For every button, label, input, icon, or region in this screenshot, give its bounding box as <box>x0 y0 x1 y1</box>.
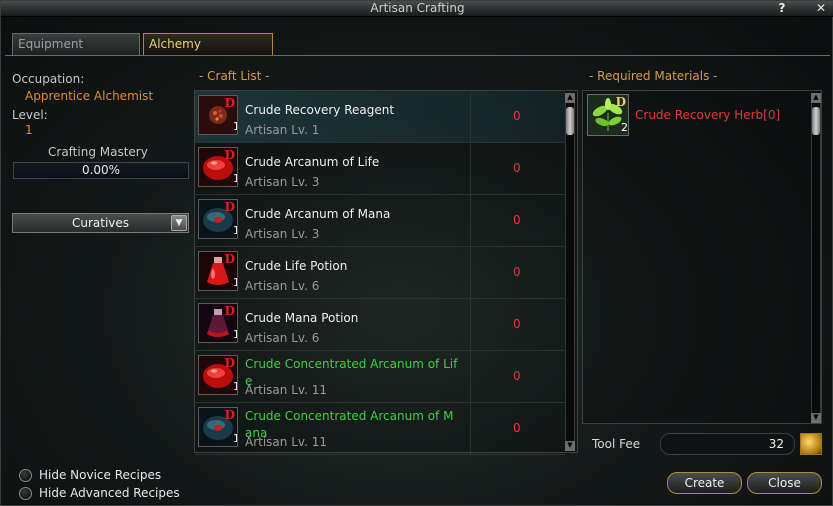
level-value: 1 <box>25 123 33 137</box>
hide-advanced-label: Hide Advanced Recipes <box>39 486 180 500</box>
blue-arcanum-icon[interactable]: D1 <box>198 407 238 447</box>
craft-list-row[interactable]: D1Crude Life PotionArtisan Lv. 60 <box>195 247 565 299</box>
tab-equipment[interactable]: Equipment <box>12 33 140 55</box>
column-divider <box>470 351 471 403</box>
grade-badge: D <box>224 96 235 110</box>
crafting-mastery-value: 0.00% <box>81 163 121 177</box>
scroll-up-icon[interactable]: ▲ <box>811 93 821 103</box>
close-button[interactable]: Close <box>747 472 822 494</box>
column-divider <box>470 195 471 247</box>
recipe-count: 0 <box>513 369 521 383</box>
craft-list-header: - Craft List - <box>199 69 270 83</box>
required-materials-list: D 2 Crude Recovery Herb[0] ▲ ▼ <box>582 90 822 424</box>
craft-list-row[interactable]: D1Crude Concentrated Arcanum of M anaArt… <box>195 403 565 455</box>
recipe-level: Artisan Lv. 6 <box>245 331 320 345</box>
category-dropdown[interactable]: Curatives ▼ <box>12 213 189 233</box>
recipe-level: Artisan Lv. 11 <box>245 383 327 397</box>
grade-badge: D <box>224 200 235 214</box>
radio-icon[interactable] <box>19 487 32 500</box>
recipe-count: 0 <box>513 109 521 123</box>
materials-scrollbar[interactable]: ▲ ▼ <box>811 93 821 423</box>
recipe-name: Crude Arcanum of Life <box>245 155 380 169</box>
crafting-mastery-label: Crafting Mastery <box>48 145 148 159</box>
recipe-count: 0 <box>513 213 521 227</box>
material-grade: D <box>615 95 626 109</box>
recipe-name: Crude Arcanum of Mana <box>245 207 391 221</box>
column-divider <box>470 91 471 143</box>
column-divider <box>470 247 471 299</box>
create-button[interactable]: Create <box>667 472 742 494</box>
item-qty: 1 <box>233 432 237 445</box>
scroll-thumb[interactable] <box>812 107 820 135</box>
level-label: Level: <box>12 108 48 122</box>
scroll-down-icon[interactable]: ▼ <box>811 413 821 423</box>
crafting-mastery-bar: 0.00% <box>13 162 189 179</box>
craft-list-row[interactable]: D1Crude Arcanum of ManaArtisan Lv. 30 <box>195 195 565 247</box>
occupation-label: Occupation: <box>12 72 85 86</box>
item-qty: 1 <box>233 172 237 185</box>
recipe-count: 0 <box>513 421 521 435</box>
scroll-up-icon[interactable]: ▲ <box>565 93 575 103</box>
column-divider <box>470 299 471 351</box>
craft-list-row[interactable]: D1Crude Concentrated Arcanum of Lif eArt… <box>195 351 565 403</box>
herb-icon[interactable]: D 2 <box>587 94 629 136</box>
recipe-level: Artisan Lv. 1 <box>245 123 320 137</box>
recipe-count: 0 <box>513 265 521 279</box>
material-name: Crude Recovery Herb[0] <box>635 108 781 122</box>
gold-coin-icon <box>800 433 822 455</box>
chevron-down-icon[interactable]: ▼ <box>171 215 187 231</box>
scroll-down-icon[interactable]: ▼ <box>565 441 575 451</box>
reagent-icon[interactable]: D1 <box>198 95 238 135</box>
occupation-value: Apprentice Alchemist <box>25 89 154 103</box>
grade-badge: D <box>224 148 235 162</box>
title-bar[interactable]: Artisan Crafting ? ✕ <box>1 1 833 17</box>
column-divider <box>470 403 471 455</box>
grade-badge: D <box>224 304 235 318</box>
craft-list-scrollbar[interactable]: ▲ ▼ <box>565 93 575 451</box>
craft-list: D1Crude Recovery ReagentArtisan Lv. 10D1… <box>194 90 578 455</box>
required-materials-header: - Required Materials - <box>589 69 718 83</box>
tool-fee-label: Tool Fee <box>592 437 641 451</box>
recipe-level: Artisan Lv. 3 <box>245 227 320 241</box>
tab-alchemy[interactable]: Alchemy <box>143 33 273 55</box>
recipe-name: Crude Recovery Reagent <box>245 103 395 117</box>
help-icon[interactable]: ? <box>775 1 789 15</box>
recipe-count: 0 <box>513 161 521 175</box>
scroll-thumb[interactable] <box>566 107 574 135</box>
material-qty: 2 <box>621 121 628 134</box>
craft-list-row[interactable]: D1Crude Arcanum of LifeArtisan Lv. 30 <box>195 143 565 195</box>
red-potion-icon[interactable]: D1 <box>198 251 238 291</box>
item-qty: 1 <box>233 328 237 341</box>
grade-badge: D <box>224 356 235 370</box>
item-qty: 1 <box>233 120 237 133</box>
tool-fee-value: 32 <box>660 433 795 455</box>
item-qty: 1 <box>233 276 237 289</box>
red-arcanum-icon[interactable]: D1 <box>198 355 238 395</box>
grade-badge: D <box>224 408 235 422</box>
recipe-level: Artisan Lv. 6 <box>245 279 320 293</box>
item-qty: 1 <box>233 380 237 393</box>
category-selected: Curatives <box>71 216 130 230</box>
grade-badge: D <box>224 252 235 266</box>
window-title: Artisan Crafting <box>370 1 465 15</box>
blue-arcanum-icon[interactable]: D1 <box>198 199 238 239</box>
craft-list-row[interactable]: D1Crude Mana PotionArtisan Lv. 60 <box>195 299 565 351</box>
craft-list-row[interactable]: D1Crude Recovery ReagentArtisan Lv. 10 <box>195 91 565 143</box>
recipe-name: Crude Mana Potion <box>245 311 359 325</box>
item-qty: 1 <box>233 224 237 237</box>
recipe-name: Crude Life Potion <box>245 259 348 273</box>
radio-icon[interactable] <box>19 469 32 482</box>
red-arcanum-icon[interactable]: D1 <box>198 147 238 187</box>
close-icon[interactable]: ✕ <box>814 1 828 15</box>
hide-novice-label: Hide Novice Recipes <box>39 468 162 482</box>
mana-potion-icon[interactable]: D1 <box>198 303 238 343</box>
recipe-level: Artisan Lv. 11 <box>245 435 327 449</box>
recipe-count: 0 <box>513 317 521 331</box>
column-divider <box>470 143 471 195</box>
recipe-level: Artisan Lv. 3 <box>245 175 320 189</box>
artisan-crafting-window: Artisan Crafting ? ✕ Equipment Alchemy O… <box>0 0 833 506</box>
